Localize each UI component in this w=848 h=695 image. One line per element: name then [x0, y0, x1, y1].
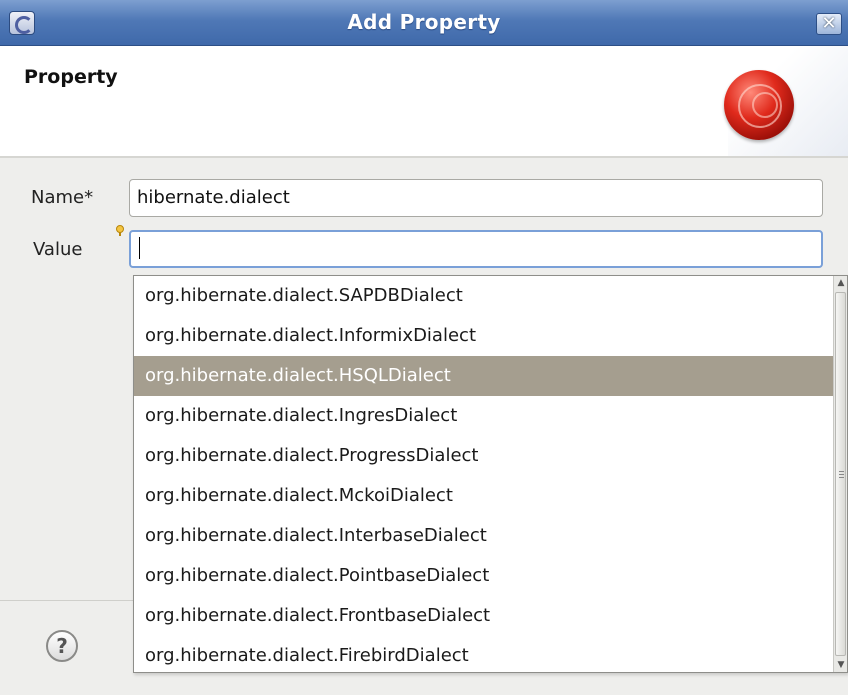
content-assist-popup: org.hibernate.dialect.SAPDBDialect org.h… — [133, 275, 848, 673]
content-assist-bulb-icon — [116, 225, 124, 237]
dialog-header: Property — [0, 46, 848, 158]
grip-icon — [839, 471, 844, 472]
hibernate-orb-icon — [724, 70, 794, 140]
scroll-down-icon[interactable]: ▼ — [836, 660, 846, 670]
name-field[interactable]: hibernate.dialect — [129, 179, 823, 217]
help-icon[interactable]: ? — [46, 630, 78, 662]
value-label: Value — [33, 239, 83, 260]
close-button[interactable]: ✕ — [816, 13, 842, 35]
scroll-up-icon[interactable]: ▲ — [836, 278, 846, 288]
proposal-item-selected[interactable]: org.hibernate.dialect.HSQLDialect — [134, 356, 833, 396]
window-title: Add Property — [347, 10, 501, 34]
popup-scrollbar[interactable]: ▲ ▼ — [833, 276, 847, 672]
title-bar: Add Property ✕ — [0, 0, 848, 46]
proposal-item[interactable]: org.hibernate.dialect.ProgressDialect — [134, 436, 833, 476]
proposal-item[interactable]: org.hibernate.dialect.FirebirdDialect — [134, 636, 833, 676]
proposal-item[interactable]: org.hibernate.dialect.MckoiDialect — [134, 476, 833, 516]
scrollbar-thumb[interactable] — [835, 292, 846, 656]
value-field[interactable] — [129, 230, 823, 268]
text-caret — [139, 237, 140, 259]
proposal-item[interactable]: org.hibernate.dialect.InformixDialect — [134, 316, 833, 356]
proposal-item[interactable]: org.hibernate.dialect.SAPDBDialect — [134, 276, 833, 316]
proposal-item[interactable]: org.hibernate.dialect.FrontbaseDialect — [134, 596, 833, 636]
proposal-item[interactable]: org.hibernate.dialect.IngresDialect — [134, 396, 833, 436]
proposal-item[interactable]: org.hibernate.dialect.InterbaseDialect — [134, 516, 833, 556]
header-title: Property — [24, 66, 118, 88]
name-label: Name* — [31, 187, 94, 208]
proposal-item[interactable]: org.hibernate.dialect.PointbaseDialect — [134, 556, 833, 596]
proposal-list: org.hibernate.dialect.SAPDBDialect org.h… — [134, 276, 833, 676]
